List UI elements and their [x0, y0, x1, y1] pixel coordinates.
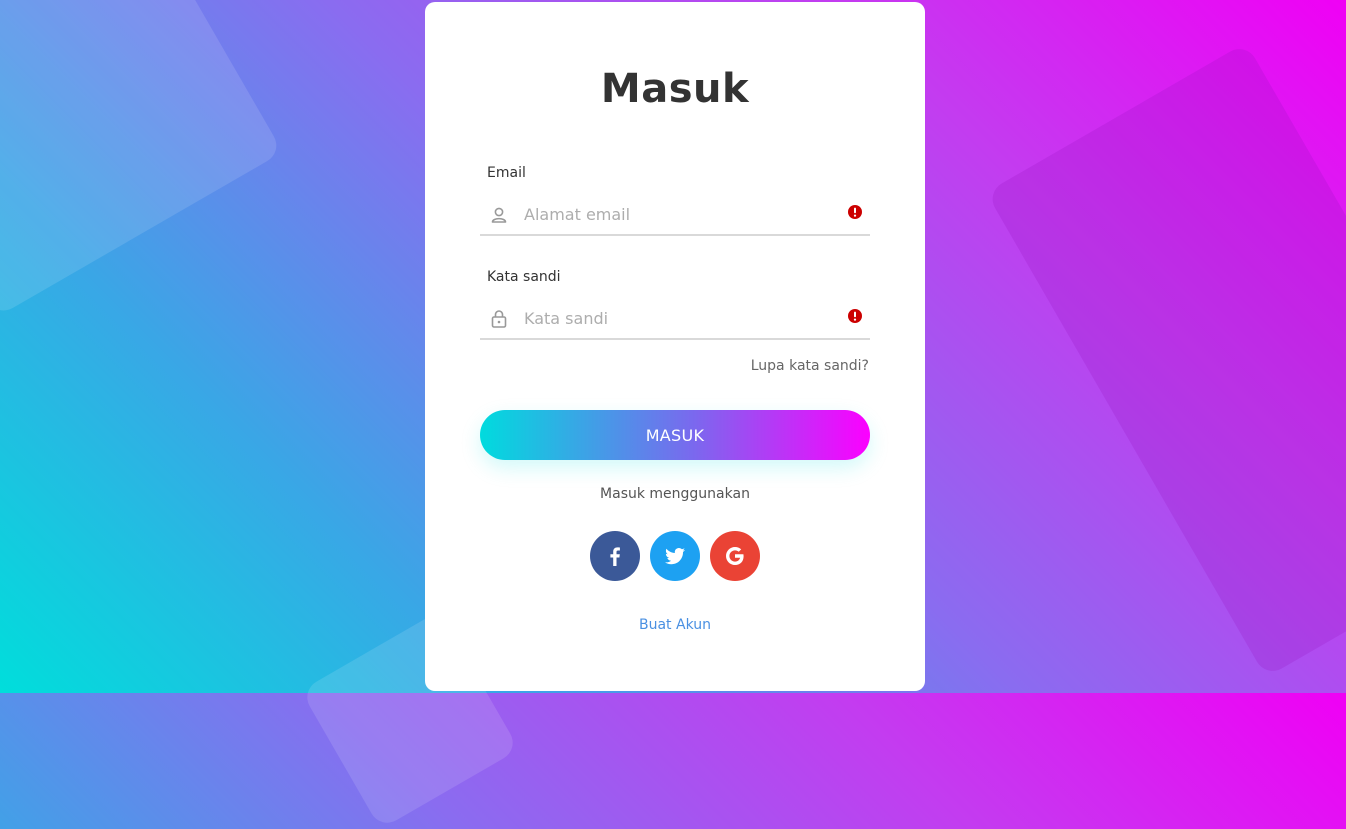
- facebook-login-button[interactable]: [590, 531, 640, 581]
- social-login-group: [590, 531, 760, 581]
- twitter-icon: [665, 548, 685, 565]
- forgot-password-link[interactable]: Lupa kata sandi?: [751, 358, 869, 374]
- google-login-button[interactable]: [710, 531, 760, 581]
- password-input[interactable]: [522, 302, 826, 334]
- background-shape: [0, 0, 283, 318]
- email-field[interactable]: [480, 194, 870, 236]
- create-account-link[interactable]: Buat Akun: [425, 617, 925, 633]
- alert-icon: [848, 204, 862, 219]
- password-field[interactable]: [480, 298, 870, 340]
- user-icon: [489, 205, 509, 225]
- email-label: Email: [487, 165, 526, 181]
- login-card: Masuk Email Kata sandi: [425, 2, 925, 691]
- alt-login-text: Masuk menggunakan: [600, 486, 750, 502]
- page-title: Masuk: [600, 66, 750, 112]
- facebook-icon: [610, 547, 620, 566]
- google-icon: [726, 547, 744, 565]
- twitter-login-button[interactable]: [650, 531, 700, 581]
- lock-icon: [489, 309, 509, 329]
- password-label: Kata sandi: [487, 269, 561, 285]
- email-input[interactable]: [522, 198, 826, 230]
- login-button[interactable]: MASUK: [480, 410, 870, 460]
- alert-icon: [848, 308, 862, 323]
- background-shape: [986, 42, 1346, 678]
